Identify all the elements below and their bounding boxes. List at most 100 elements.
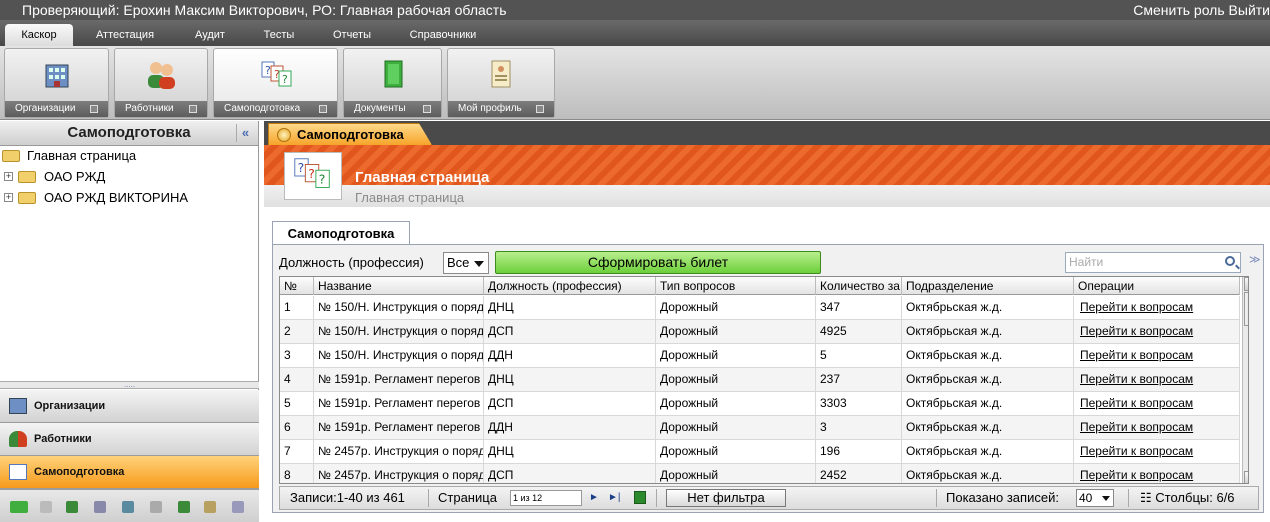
search-input[interactable]: Найти bbox=[1065, 252, 1241, 273]
next-page-icon[interactable]: ► bbox=[588, 492, 600, 504]
ribbon-workers-button[interactable]: Работники bbox=[114, 48, 208, 118]
table-row[interactable]: 7 № 2457р. Инструкция о поряд ДНЦ Дорожный 1… bbox=[280, 440, 1240, 464]
questions-table: № Название Должность (профессия) Тип воп… bbox=[279, 276, 1249, 484]
documents-shortcut-icon[interactable] bbox=[10, 501, 28, 513]
cell-name: № 1591р. Регламент перегов bbox=[314, 416, 484, 440]
no-filter-button[interactable]: Нет фильтра bbox=[666, 489, 786, 507]
logout-link[interactable]: Выйти bbox=[1229, 2, 1270, 18]
cell-type: Дорожный bbox=[656, 464, 816, 483]
ribbon-profile-label: Мой профиль bbox=[458, 103, 522, 114]
menu-tab-reports[interactable]: Отчеты bbox=[320, 24, 384, 46]
panel-tab-selfstudy[interactable]: Самоподготовка bbox=[272, 221, 410, 245]
cell-position: ДДН bbox=[484, 416, 656, 440]
building-icon bbox=[9, 398, 27, 414]
accordion-label: Организации bbox=[34, 400, 106, 412]
last-page-icon[interactable]: ►| bbox=[608, 492, 621, 504]
col-header-count[interactable]: Количество за bbox=[816, 277, 902, 295]
question-cards-icon: ??? bbox=[284, 152, 342, 200]
dropdown-icon[interactable] bbox=[536, 105, 544, 113]
accordion-organizations[interactable]: Организации bbox=[0, 390, 259, 423]
page-label: Страница bbox=[438, 490, 497, 505]
ribbon-organizations-button[interactable]: Организации bbox=[4, 48, 109, 118]
go-to-questions-link[interactable]: Перейти к вопросам bbox=[1078, 396, 1193, 410]
scroll-down-icon[interactable]: ▼ bbox=[1244, 471, 1248, 483]
scroll-thumb[interactable] bbox=[1244, 292, 1248, 326]
scroll-up-icon[interactable]: ▲ bbox=[1244, 277, 1248, 291]
menu-tab-kaskor[interactable]: Каскор bbox=[5, 24, 73, 46]
shortcut-icon[interactable] bbox=[150, 501, 162, 513]
cell-name: № 1591р. Регламент перегов bbox=[314, 392, 484, 416]
col-header-division[interactable]: Подразделение bbox=[902, 277, 1074, 295]
content-panel: Самоподготовка Должность (профессия) Все… bbox=[272, 221, 1264, 513]
shortcut-icon[interactable] bbox=[178, 501, 190, 513]
go-to-questions-link[interactable]: Перейти к вопросам bbox=[1078, 372, 1193, 386]
position-filter-label: Должность (профессия) bbox=[279, 255, 424, 270]
table-row[interactable]: 1 № 150/Н. Инструкция о поряд ДНЦ Дорожный 3… bbox=[280, 296, 1240, 320]
tree-item-label: ОАО РЖД ВИКТОРИНА bbox=[44, 190, 189, 205]
dropdown-icon[interactable] bbox=[319, 105, 327, 113]
page-input[interactable]: 1 из 12 bbox=[510, 490, 582, 506]
shortcut-icon[interactable] bbox=[94, 501, 106, 513]
menu-tab-audit[interactable]: Аудит bbox=[178, 24, 242, 46]
help-icon[interactable] bbox=[232, 501, 244, 513]
tab-selfstudy[interactable]: Самоподготовка bbox=[268, 123, 432, 145]
go-to-questions-link[interactable]: Перейти к вопросам bbox=[1078, 444, 1193, 458]
panel-splitter[interactable]: ..... bbox=[0, 381, 259, 389]
col-header-position[interactable]: Должность (профессия) bbox=[484, 277, 656, 295]
generate-ticket-button[interactable]: Сформировать билет bbox=[495, 251, 821, 274]
go-to-questions-link[interactable]: Перейти к вопросам bbox=[1078, 420, 1193, 434]
accordion-selfstudy[interactable]: Самоподготовка bbox=[0, 456, 259, 489]
ribbon-documents-label: Документы bbox=[354, 103, 406, 114]
table-row[interactable]: 6 № 1591р. Регламент перегов ДДН Дорожный 3 О… bbox=[280, 416, 1240, 440]
search-icon[interactable] bbox=[1225, 256, 1235, 266]
excel-export-icon[interactable] bbox=[634, 491, 646, 504]
dropdown-icon[interactable] bbox=[189, 105, 197, 113]
menu-tab-tests[interactable]: Тесты bbox=[250, 24, 308, 46]
page-banner: ??? Главная страница Главная страница bbox=[264, 145, 1270, 207]
shortcut-icon[interactable] bbox=[40, 501, 52, 513]
ribbon-profile-button[interactable]: Мой профиль bbox=[447, 48, 555, 118]
columns-button[interactable]: ☷ Столбцы: 6/6 bbox=[1140, 487, 1235, 509]
collapse-icon[interactable]: « bbox=[236, 124, 254, 142]
dropdown-icon[interactable] bbox=[423, 105, 431, 113]
menu-tab-attestation[interactable]: Аттестация bbox=[84, 24, 166, 46]
table-row[interactable]: 4 № 1591р. Регламент перегов ДНЦ Дорожный 23… bbox=[280, 368, 1240, 392]
expand-down-icon[interactable]: ≫ bbox=[1249, 253, 1261, 266]
col-header-number[interactable]: № bbox=[280, 277, 314, 295]
col-header-name[interactable]: Название bbox=[314, 277, 484, 295]
table-row[interactable]: 2 № 150/Н. Инструкция о поряд ДСП Дорожный 4… bbox=[280, 320, 1240, 344]
chevron-down-icon bbox=[474, 261, 484, 267]
ribbon-documents-button[interactable]: Документы bbox=[343, 48, 442, 118]
shortcut-icon[interactable] bbox=[122, 501, 134, 513]
expand-icon[interactable]: + bbox=[4, 172, 13, 181]
col-header-type[interactable]: Тип вопросов bbox=[656, 277, 816, 295]
accordion-label: Самоподготовка bbox=[34, 466, 125, 478]
table-scrollbar[interactable]: ▲ ▼ bbox=[1242, 277, 1248, 483]
shortcut-icon[interactable] bbox=[66, 501, 78, 513]
col-header-operations[interactable]: Операции bbox=[1074, 277, 1240, 295]
go-to-questions-link[interactable]: Перейти к вопросам bbox=[1078, 348, 1193, 362]
go-to-questions-link[interactable]: Перейти к вопросам bbox=[1078, 468, 1193, 482]
table-row[interactable]: 5 № 1591р. Регламент перегов ДСП Дорожный 33… bbox=[280, 392, 1240, 416]
cell-number: 8 bbox=[280, 464, 314, 483]
table-header: № Название Должность (профессия) Тип воп… bbox=[280, 277, 1240, 295]
switch-role-link[interactable]: Сменить роль bbox=[1133, 2, 1224, 18]
accordion-workers[interactable]: Работники bbox=[0, 423, 259, 456]
dropdown-icon[interactable] bbox=[90, 105, 98, 113]
cell-division: Октябрьская ж.д. bbox=[902, 368, 1074, 392]
page-size-select[interactable]: 40 bbox=[1076, 489, 1114, 507]
ribbon-selfstudy-button[interactable]: ??? Самоподготовка bbox=[213, 48, 338, 118]
go-to-questions-link[interactable]: Перейти к вопросам bbox=[1078, 324, 1193, 338]
go-to-questions-link[interactable]: Перейти к вопросам bbox=[1078, 300, 1193, 314]
left-panel: Самоподготовка « Главная страница + ОАО … bbox=[0, 121, 259, 522]
table-row[interactable]: 8 № 2457р. Инструкция о поряд ДСП Дорожный 2… bbox=[280, 464, 1240, 483]
cell-position: ДСП bbox=[484, 392, 656, 416]
expand-icon[interactable]: + bbox=[4, 193, 13, 202]
menu-tab-directories[interactable]: Справочники bbox=[396, 24, 490, 46]
pager-bar: Записи:1-40 из 461 Страница 1 из 12 ► ►|… bbox=[279, 486, 1259, 510]
shortcut-icon[interactable] bbox=[204, 501, 216, 513]
divider bbox=[936, 489, 937, 507]
table-row[interactable]: 3 № 150/Н. Инструкция о поряд ДДН Дорожный 5… bbox=[280, 344, 1240, 368]
cell-number: 2 bbox=[280, 320, 314, 344]
position-filter-select[interactable]: Все bbox=[443, 252, 489, 274]
